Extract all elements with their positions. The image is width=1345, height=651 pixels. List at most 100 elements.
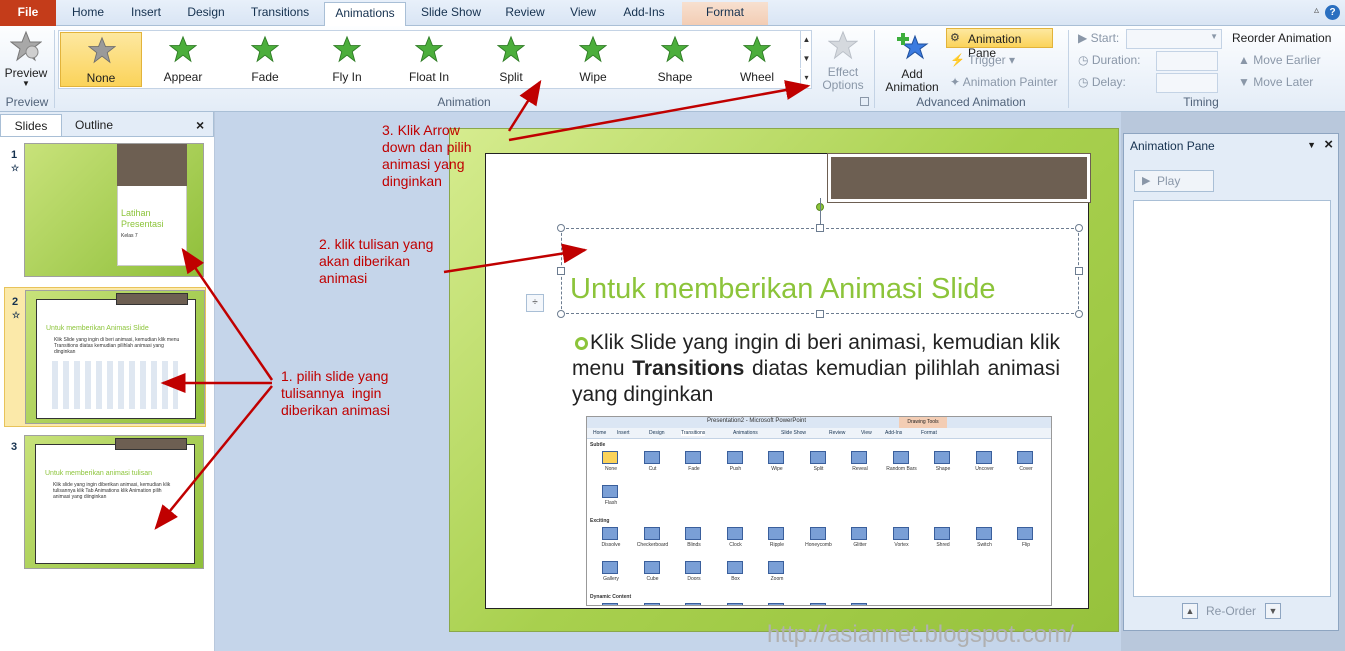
tab-view[interactable]: View <box>560 2 606 25</box>
animation-option-fade[interactable]: Fade <box>224 32 306 87</box>
shot-transition-label: Vortex <box>894 542 909 548</box>
star-green-icon <box>169 35 197 63</box>
autofit-options-icon[interactable]: ÷ <box>526 294 544 312</box>
group-label-preview: Preview <box>5 95 49 109</box>
resize-handle[interactable] <box>1075 267 1083 275</box>
shot-transition-label: Box <box>731 576 740 582</box>
slide-thumbnail-3[interactable]: 3 Untuk memberikan animasi tulisan Klik … <box>4 433 206 573</box>
shot-transition-label: Gallery <box>603 576 619 582</box>
slide-thumbnail-list: 1 ☆ Latihan Presentasi Kelas 7 2 ☆ Untuk… <box>0 136 214 651</box>
minimize-ribbon-icon[interactable]: ▵ <box>1314 5 1319 16</box>
shot-transition-label: Cover <box>1019 466 1033 472</box>
shot-transition-icon <box>809 603 826 605</box>
gallery-more-icon[interactable]: ▾ <box>800 69 812 87</box>
slide-title[interactable]: Untuk memberikan Animasi Slide <box>570 273 996 306</box>
preview-button[interactable]: Preview ▼ <box>4 28 48 90</box>
tab-design[interactable]: Design <box>178 2 234 25</box>
shot-transition-label: Split <box>813 466 824 472</box>
animation-list[interactable] <box>1133 200 1331 597</box>
animation-option-wheel[interactable]: Wheel <box>716 32 798 87</box>
thumbnail-subtitle: Kelas 7 <box>121 233 138 239</box>
embedded-screenshot: Presentation2 - Microsoft PowerPoint Draw… <box>586 416 1052 606</box>
tab-add-ins[interactable]: Add-Ins <box>614 2 674 25</box>
shot-title: Presentation2 - Microsoft PowerPoint <box>707 418 807 424</box>
shot-transition-label: Wipe <box>771 466 783 472</box>
tab-animations[interactable]: Animations <box>324 2 406 27</box>
slide-bullet-text[interactable]: Klik Slide yang ingin di beri animasi, k… <box>572 330 1060 408</box>
resize-handle[interactable] <box>816 310 824 318</box>
animation-painter-button[interactable]: ✦ Animation Painter <box>950 72 1057 92</box>
shot-transition-icon <box>602 603 618 605</box>
tab-slide-show[interactable]: Slide Show <box>412 2 490 25</box>
animation-option-shape[interactable]: Shape <box>634 32 716 87</box>
shot-transition-label: None <box>605 466 617 472</box>
gallery-scroll-down-icon[interactable]: ▼ <box>800 50 812 68</box>
tab-home[interactable]: Home <box>62 2 114 25</box>
resize-handle[interactable] <box>557 267 565 275</box>
triangle-down-icon: ▼ <box>1238 75 1254 89</box>
animation-option-float-in[interactable]: Float In <box>388 32 470 87</box>
star-green-icon <box>579 35 607 63</box>
animation-option-fly-in[interactable]: Fly In <box>306 32 388 87</box>
shot-transition-label: Zoom <box>770 576 784 582</box>
animation-option-none[interactable]: None <box>60 32 142 87</box>
move-down-icon[interactable]: ▼ <box>1265 603 1281 619</box>
shot-transition-icon <box>643 527 660 540</box>
resize-handle[interactable] <box>1075 224 1083 232</box>
shot-transition-icon <box>934 527 950 540</box>
shot-transition-icon <box>892 451 909 464</box>
resize-handle[interactable] <box>1075 310 1083 318</box>
play-button[interactable]: ▶ Play <box>1134 170 1214 192</box>
animation-painter-label: Animation Painter <box>962 75 1058 89</box>
effect-options-button[interactable]: Effect Options <box>818 28 868 92</box>
shot-transition-label: Blinds <box>687 542 701 548</box>
tab-review[interactable]: Review <box>498 2 552 25</box>
help-icon[interactable]: ? <box>1325 5 1340 20</box>
reorder-animation-label: Reorder Animation <box>1232 31 1332 45</box>
move-later-button[interactable]: ▼ Move Later <box>1238 72 1313 92</box>
resize-handle[interactable] <box>557 310 565 318</box>
shot-tab: Format <box>921 430 937 436</box>
add-animation-button[interactable]: Add Animation <box>880 28 944 94</box>
delay-stepper[interactable] <box>1156 73 1218 93</box>
thumbnail-image: Untuk memberikan Animasi Slide Klik Slid… <box>25 290 205 424</box>
resize-handle[interactable] <box>557 224 565 232</box>
start-select[interactable]: ▼ <box>1126 29 1222 49</box>
shot-transition-icon <box>809 527 826 540</box>
dialog-launcher-icon[interactable] <box>860 97 869 106</box>
rotate-connector <box>820 198 821 224</box>
shot-transition-icon <box>1017 527 1033 540</box>
tab-insert[interactable]: Insert <box>118 2 174 25</box>
tab-format[interactable]: Format <box>682 2 768 25</box>
animation-option-split[interactable]: Split <box>470 32 552 87</box>
close-icon[interactable]: × <box>1324 136 1333 153</box>
gallery-scroll-up-icon[interactable]: ▲ <box>800 31 812 49</box>
close-icon[interactable]: × <box>196 117 204 133</box>
tab-outline[interactable]: Outline <box>62 114 126 136</box>
animation-option-label: Wheel <box>739 70 774 84</box>
chevron-down-icon[interactable]: ▼ <box>1307 140 1316 150</box>
animation-option-label: Shape <box>657 70 693 84</box>
animation-option-appear[interactable]: Appear <box>142 32 224 87</box>
duration-stepper[interactable] <box>1156 51 1218 71</box>
effect-options-label: Effect Options <box>822 65 864 92</box>
tab-file[interactable]: File <box>0 0 56 26</box>
shot-transition-icon <box>768 527 784 540</box>
shot-transition-icon <box>643 603 660 605</box>
animation-option-label: None <box>86 71 116 85</box>
tab-slides[interactable]: Slides <box>0 114 62 136</box>
shot-transition-icon <box>768 603 784 605</box>
shot-transition-label: Honeycomb <box>805 542 832 548</box>
slide-thumbnail-2[interactable]: 2 ☆ Untuk memberikan Animasi Slide Klik … <box>4 287 206 427</box>
slide-thumbnail-1[interactable]: 1 ☆ Latihan Presentasi Kelas 7 <box>4 141 206 281</box>
shot-tab: View <box>861 430 872 436</box>
tab-transitions[interactable]: Transitions <box>240 2 320 25</box>
move-earlier-button[interactable]: ▲ Move Earlier <box>1238 50 1321 70</box>
animation-pane-button[interactable]: ⚙ Animation Pane <box>946 28 1053 60</box>
animation-gallery[interactable]: None Appear Fade Fly In Float In Split Wipe Sha… <box>58 30 812 89</box>
resize-handle[interactable] <box>816 224 824 232</box>
trigger-button[interactable]: ⚡ Trigger ▾ <box>950 50 1015 70</box>
chevron-down-icon: ▼ <box>1210 32 1218 41</box>
lightning-icon: ⚡ <box>950 53 969 67</box>
animation-option-wipe[interactable]: Wipe <box>552 32 634 87</box>
